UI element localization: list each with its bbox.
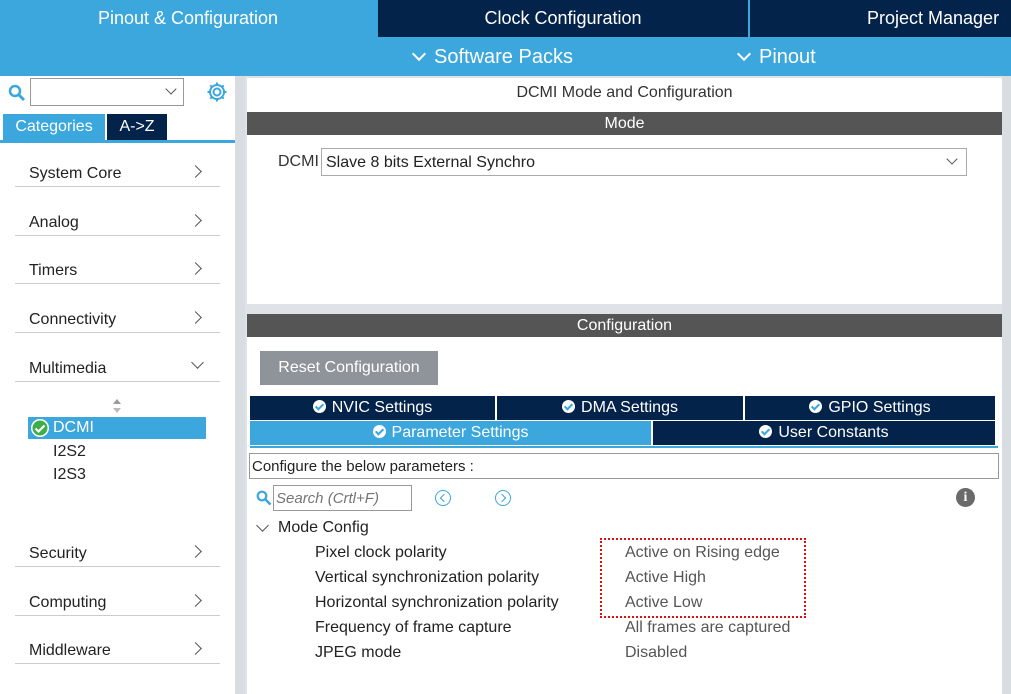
param-name: Pixel clock polarity (315, 544, 447, 561)
chevron-down-icon (736, 46, 752, 62)
chevron-right-icon (189, 214, 202, 227)
dcmi-mode-select[interactable]: Slave 8 bits External Synchro (321, 148, 967, 176)
mode-header: Mode (247, 112, 1002, 135)
sort-icon[interactable] (111, 397, 123, 415)
chevron-down-icon (946, 153, 958, 165)
tab-label: User Constants (778, 424, 889, 441)
menu-label: Pinout (759, 46, 816, 68)
previous-match-button[interactable] (435, 490, 451, 506)
right-scrollbar[interactable] (1002, 76, 1011, 694)
category-label: Computing (29, 594, 107, 611)
tab-clock-configuration[interactable]: Clock Configuration (378, 0, 748, 37)
tab-label: Clock Configuration (484, 8, 642, 28)
description-text: Configure the below parameters : (252, 458, 474, 475)
check-circle-icon (562, 400, 576, 413)
category-label: Analog (29, 214, 79, 231)
tabs-underline (0, 140, 235, 143)
tab-user-constants[interactable]: User Constants (653, 421, 995, 445)
check-circle-icon (809, 400, 823, 413)
tab-nvic-settings[interactable]: NVIC Settings (250, 396, 495, 420)
configuration-panel (247, 337, 1002, 694)
chevron-right-icon (189, 262, 202, 275)
highlight-box (600, 538, 806, 618)
search-combo[interactable] (30, 78, 184, 106)
category-label: Multimedia (29, 360, 107, 377)
next-match-button[interactable] (495, 490, 511, 506)
tab-pinout-configuration[interactable]: Pinout & Configuration (0, 0, 376, 37)
tab-categories[interactable]: Categories (3, 114, 105, 140)
peripheral-i2s3[interactable]: I2S3 (28, 464, 206, 486)
chevron-down-icon (165, 83, 177, 95)
peripheral-dcmi[interactable]: DCMI (28, 417, 206, 439)
peripheral-label: I2S3 (53, 466, 86, 483)
reset-configuration-button[interactable]: Reset Configuration (260, 351, 438, 385)
panel-title: DCMI Mode and Configuration (516, 84, 733, 101)
tab-label: NVIC Settings (331, 399, 433, 416)
software-packs-menu[interactable]: Software Packs (411, 40, 573, 74)
parameter-search-input[interactable] (273, 485, 412, 511)
param-value[interactable]: All frames are captured (625, 619, 790, 637)
tab-parameter-settings[interactable]: Parameter Settings (250, 421, 651, 445)
tab-label: A->Z (119, 118, 155, 135)
param-name: Vertical synchronization polarity (315, 569, 540, 586)
category-system-core[interactable]: System Core (15, 153, 220, 187)
category-multimedia[interactable]: Multimedia (15, 348, 220, 382)
tabs-underline (250, 446, 998, 448)
tab-gpio-settings[interactable]: GPIO Settings (745, 396, 995, 420)
category-label: System Core (29, 165, 122, 182)
chevron-right-icon (189, 594, 202, 607)
check-circle-icon (312, 400, 326, 413)
top-bar: Pinout & Configuration Clock Configurati… (0, 0, 1011, 76)
pinout-menu[interactable]: Pinout (736, 40, 816, 74)
chevron-down-icon (191, 356, 204, 369)
check-circle-icon (759, 425, 773, 438)
category-connectivity[interactable]: Connectivity (15, 299, 220, 333)
search-icon (8, 84, 26, 102)
category-label: Middleware (29, 642, 111, 659)
chevron-right-icon (189, 165, 202, 178)
configuration-header: Configuration (247, 314, 1002, 337)
chevron-right-icon (189, 311, 202, 324)
chevron-right-icon (189, 545, 202, 558)
category-computing[interactable]: Computing (15, 582, 220, 616)
check-circle-icon (372, 425, 386, 438)
category-middleware[interactable]: Middleware (15, 630, 220, 664)
parameters-description: Configure the below parameters : (249, 453, 999, 479)
info-icon[interactable]: i (956, 488, 975, 507)
tab-label: Project Manager (867, 8, 1000, 28)
left-scrollbar[interactable] (235, 76, 245, 694)
dcmi-mode-value: Slave 8 bits External Synchro (326, 154, 535, 171)
tab-label: Pinout & Configuration (97, 8, 279, 28)
tab-a-z[interactable]: A->Z (107, 114, 167, 140)
param-name: Frequency of frame capture (315, 619, 512, 636)
category-label: Connectivity (29, 311, 117, 328)
dcmi-label: DCMI (278, 153, 319, 170)
menu-label: Software Packs (434, 46, 573, 68)
param-value[interactable]: Disabled (625, 644, 687, 662)
param-name: JPEG mode (315, 644, 402, 661)
tab-label: DMA Settings (581, 399, 678, 416)
tab-dma-settings[interactable]: DMA Settings (497, 396, 743, 420)
category-timers[interactable]: Timers (15, 250, 220, 284)
chevron-right-icon (189, 642, 202, 655)
tab-label: Categories (15, 118, 93, 135)
category-analog[interactable]: Analog (15, 202, 220, 236)
category-security[interactable]: Security (15, 533, 220, 567)
peripheral-label: DCMI (53, 419, 94, 436)
tab-label: Parameter Settings (391, 424, 529, 441)
category-label: Timers (29, 262, 78, 279)
param-name: Horizontal synchronization polarity (315, 594, 559, 611)
group-mode-config[interactable]: Mode Config (278, 519, 369, 537)
chevron-down-icon (411, 46, 427, 62)
check-circle-icon (31, 419, 49, 437)
tab-project-manager[interactable]: Project Manager (750, 0, 1011, 37)
search-icon (256, 490, 272, 506)
peripheral-label: I2S2 (53, 443, 86, 460)
gear-icon[interactable] (205, 80, 229, 104)
category-label: Security (29, 545, 87, 562)
peripheral-i2s2[interactable]: I2S2 (28, 441, 206, 463)
tab-label: GPIO Settings (828, 399, 931, 416)
